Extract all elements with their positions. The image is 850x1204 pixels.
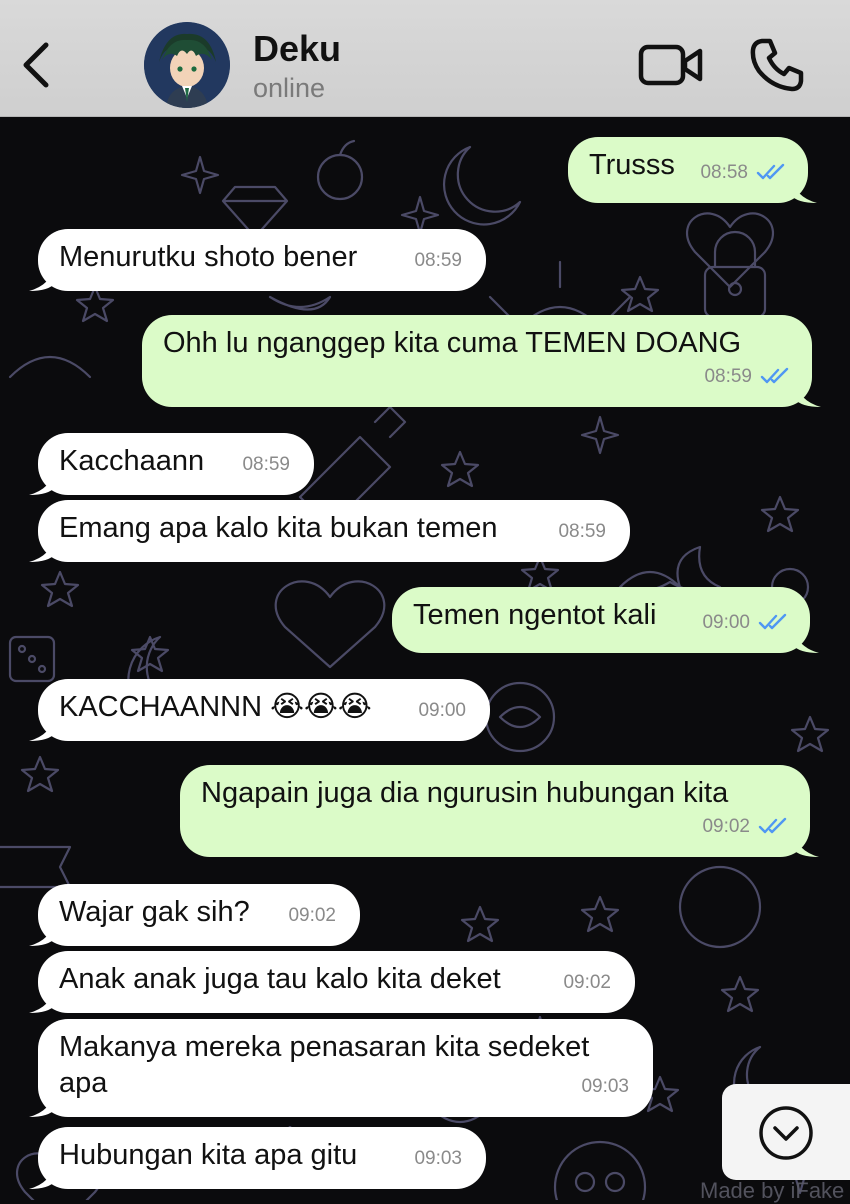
back-button[interactable] bbox=[16, 40, 56, 90]
bubble-tail bbox=[29, 1091, 55, 1117]
message-text: Makanya mereka penasaran kita sedeket ap… bbox=[59, 1031, 590, 1099]
outgoing-message[interactable]: Trusss 08:58 bbox=[568, 137, 817, 203]
bubble-tail bbox=[793, 627, 819, 653]
message-time: 09:02 bbox=[288, 905, 336, 926]
message-meta: 09:03 bbox=[581, 1069, 629, 1105]
incoming-message[interactable]: Kacchaann 08:59 bbox=[29, 433, 314, 495]
phone-icon bbox=[750, 38, 804, 92]
message-text: Anak anak juga tau kalo kita deket bbox=[59, 963, 501, 995]
message-meta: 08:59 bbox=[558, 514, 606, 550]
message-time: 08:59 bbox=[704, 366, 752, 387]
scroll-to-bottom-button[interactable] bbox=[722, 1084, 850, 1180]
bubble-tail bbox=[793, 831, 819, 857]
message-text: Hubungan kita apa gitu bbox=[59, 1139, 358, 1171]
incoming-message[interactable]: Wajar gak sih? 09:02 bbox=[29, 884, 360, 946]
bubble-tail bbox=[29, 265, 55, 291]
message-time: 08:59 bbox=[242, 454, 290, 475]
message-meta: 09:02 bbox=[702, 809, 788, 845]
bubble-tail bbox=[29, 469, 55, 495]
chat-area[interactable]: Trusss 08:58 Menurutku shoto bener 08:59 Ohh… bbox=[0, 117, 850, 1200]
bubble-tail bbox=[795, 381, 821, 407]
message-list: Trusss 08:58 Menurutku shoto bener 08:59 Ohh… bbox=[0, 117, 850, 1200]
outgoing-message[interactable]: Ngapain juga dia ngurusin hubungan kita 0… bbox=[180, 765, 819, 857]
message-text: KACCHAANNN 😭😭😭 bbox=[59, 691, 372, 723]
video-camera-icon bbox=[638, 44, 703, 86]
avatar[interactable] bbox=[144, 22, 230, 108]
message-meta: 09:02 bbox=[563, 965, 611, 1001]
message-meta: 09:03 bbox=[414, 1141, 462, 1177]
message-time: 08:58 bbox=[700, 162, 748, 183]
avatar-image bbox=[144, 22, 230, 108]
watermark: Made by iFake bbox=[700, 1178, 845, 1203]
message-text: Menurutku shoto bener bbox=[59, 241, 358, 273]
incoming-message[interactable]: Anak anak juga tau kalo kita deket 09:02 bbox=[29, 951, 635, 1013]
message-meta: 08:59 bbox=[242, 447, 290, 483]
message-meta: 09:00 bbox=[418, 693, 466, 729]
incoming-message[interactable]: Emang apa kalo kita bukan temen 08:59 bbox=[29, 500, 630, 562]
message-text: Ohh lu nganggep kita cuma TEMEN DOANG bbox=[163, 327, 742, 359]
message-text: Ngapain juga dia ngurusin hubungan kita bbox=[201, 777, 729, 809]
message-time: 08:59 bbox=[558, 521, 606, 542]
message-time: 09:03 bbox=[581, 1076, 629, 1097]
message-time: 09:00 bbox=[702, 612, 750, 633]
outgoing-message[interactable]: Ohh lu nganggep kita cuma TEMEN DOANG 08:… bbox=[142, 315, 821, 407]
incoming-message[interactable]: KACCHAANNN 😭😭😭 09:00 bbox=[29, 679, 490, 741]
message-meta: 08:59 bbox=[414, 243, 462, 279]
message-time: 09:03 bbox=[414, 1148, 462, 1169]
message-meta: 09:02 bbox=[288, 898, 336, 934]
message-meta: 08:58 bbox=[700, 155, 786, 191]
contact-status: online bbox=[253, 73, 326, 103]
bubble-tail bbox=[29, 920, 55, 946]
message-time: 09:02 bbox=[563, 972, 611, 993]
outgoing-message[interactable]: Temen ngentot kali 09:00 bbox=[392, 587, 819, 653]
chat-header: Deku online bbox=[0, 0, 850, 117]
chevron-down-circle-icon bbox=[759, 1106, 813, 1160]
voice-call-button[interactable] bbox=[748, 36, 806, 94]
read-receipt-icon bbox=[760, 367, 789, 384]
message-time: 09:02 bbox=[702, 816, 750, 837]
read-receipt-icon bbox=[758, 613, 787, 630]
incoming-message[interactable]: Makanya mereka penasaran kita sedeket ap… bbox=[29, 1019, 653, 1117]
chevron-left-icon bbox=[23, 42, 49, 88]
bubble-tail bbox=[29, 987, 55, 1013]
read-receipt-icon bbox=[756, 163, 785, 180]
bubble-tail bbox=[29, 536, 55, 562]
read-receipt-icon bbox=[758, 817, 787, 834]
message-time: 09:00 bbox=[418, 700, 466, 721]
bubble-tail bbox=[791, 177, 817, 203]
contact-name[interactable]: Deku bbox=[253, 28, 341, 70]
video-call-button[interactable] bbox=[638, 42, 704, 88]
message-time: 08:59 bbox=[414, 250, 462, 271]
message-meta: 08:59 bbox=[704, 359, 790, 395]
incoming-message[interactable]: Hubungan kita apa gitu 09:03 bbox=[29, 1127, 486, 1189]
message-text: Emang apa kalo kita bukan temen bbox=[59, 512, 498, 544]
incoming-message[interactable]: Menurutku shoto bener 08:59 bbox=[29, 229, 486, 291]
bubble-tail bbox=[29, 1163, 55, 1189]
message-meta: 09:00 bbox=[702, 605, 788, 641]
bubble-tail bbox=[29, 715, 55, 741]
